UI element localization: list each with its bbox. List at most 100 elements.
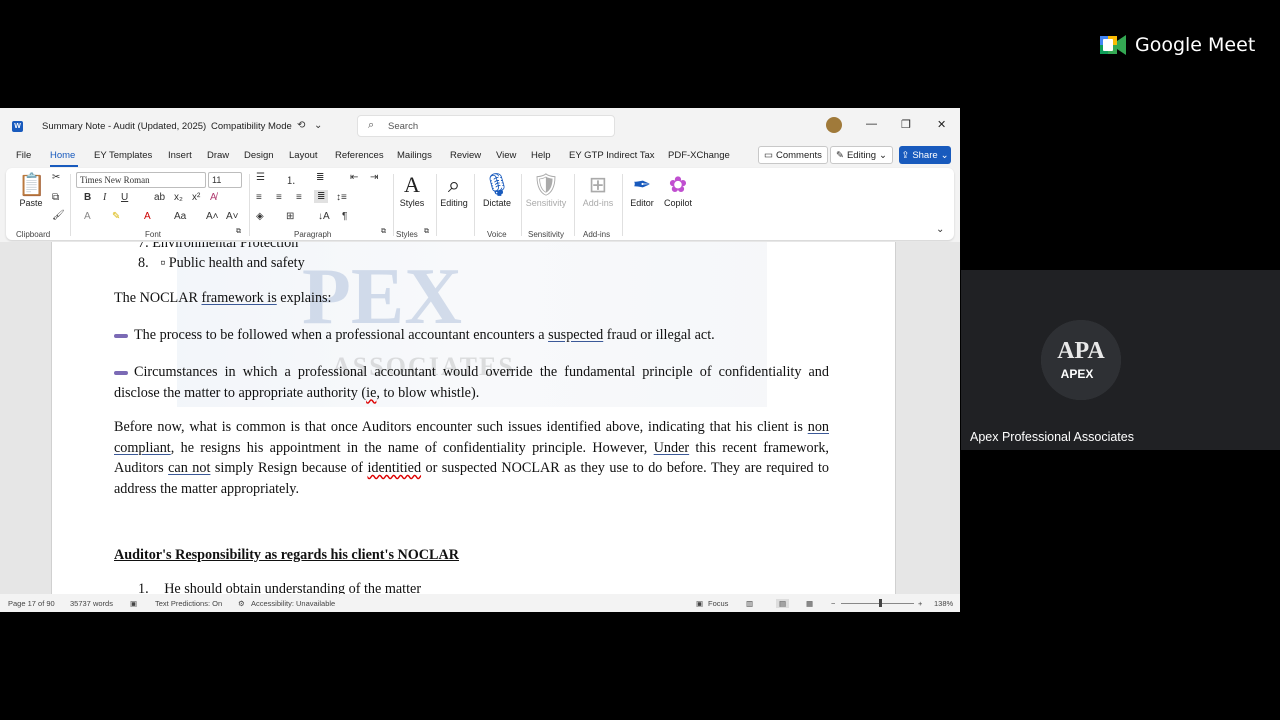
copilot-icon: ✿ [668,172,688,197]
editor-button[interactable]: ✒ Editor [626,172,658,208]
bullets-icon[interactable]: ☰ [256,172,265,183]
zoom-in-icon[interactable]: + [918,599,922,608]
copy-icon[interactable]: ⧉ [52,192,59,203]
sort-icon[interactable]: ↓A [318,211,330,222]
paragraph-dialog-launcher-icon[interactable]: ⧉ [381,228,386,236]
shrink-font-icon[interactable]: A˅ [226,211,239,222]
underline-icon[interactable]: U [121,192,128,203]
zoom-out-icon[interactable]: − [831,599,835,608]
change-case-icon[interactable]: Aa [174,211,186,222]
tab-references[interactable]: References [335,150,384,161]
document-page[interactable]: PEX ASSOCIATES 7. Environmental Protecti… [51,242,896,594]
strikethrough-icon[interactable]: ab [154,192,165,203]
comments-button[interactable]: ▭ Comments [758,146,828,164]
bold-icon[interactable]: B [84,192,91,203]
editing-mode-button[interactable]: ✎ Editing ⌄ [830,146,893,164]
numbering-icon[interactable]: ⒈ [286,172,296,187]
decrease-indent-icon[interactable]: ⇤ [350,172,358,183]
addins-button[interactable]: ⊞ Add-ins [580,172,616,208]
tab-file[interactable]: File [16,150,31,161]
close-button[interactable]: ✕ [937,118,946,131]
font-color-icon[interactable]: A [144,211,151,222]
styles-dialog-launcher-icon[interactable]: ⧉ [424,228,429,236]
chevron-down-icon[interactable]: ⌄ [314,120,322,131]
font-name-select[interactable]: Times New Roman [76,172,206,188]
tab-view[interactable]: View [496,150,516,161]
copilot-button[interactable]: ✿ Copilot [660,172,696,208]
read-mode-icon[interactable]: ▥ [746,599,753,608]
tab-ey-gtp[interactable]: EY GTP Indirect Tax [569,150,655,161]
print-layout-icon[interactable]: ▤ [776,599,790,608]
web-layout-icon[interactable]: ▦ [806,599,813,608]
grow-font-icon[interactable]: A˄ [206,211,219,222]
zoom-slider[interactable] [841,603,914,604]
highlight-icon[interactable]: ✎ [112,211,120,222]
spellcheck-run: ie [366,384,377,401]
text-effects-icon[interactable]: A [84,211,91,222]
compatibility-mode-label: Compatibility Mode [211,121,292,132]
line-spacing-icon[interactable]: ↕≡ [336,192,347,203]
share-button[interactable]: ⇪ Share ⌄ [899,146,951,164]
styles-label: Styles [399,198,425,208]
collapse-ribbon-chevron-icon[interactable]: ⌄ [936,224,944,235]
underlined-run: can not [168,460,211,476]
paste-button[interactable]: 📋 Paste [18,172,46,208]
share-label: Share [912,149,938,161]
align-center-icon[interactable]: ≡ [276,192,282,203]
align-right-icon[interactable]: ≡ [296,192,302,203]
zoom-level[interactable]: 138% [934,599,953,608]
tab-layout[interactable]: Layout [289,150,318,161]
bullet-item-2: Circumstances in which a professional ac… [114,362,829,403]
tab-design[interactable]: Design [244,150,274,161]
word-count[interactable]: 35737 words [70,599,113,608]
proofing-icon[interactable]: ▣ [130,599,137,608]
divider [393,174,394,236]
superscript-icon[interactable]: x² [192,192,200,203]
show-marks-icon[interactable]: ¶ [342,211,347,222]
tab-mailings[interactable]: Mailings [397,150,432,161]
document-canvas[interactable]: PEX ASSOCIATES 7. Environmental Protecti… [0,242,960,594]
tab-ey-templates[interactable]: EY Templates [94,150,152,161]
subscript-icon[interactable]: x₂ [174,192,183,203]
search-box[interactable]: ⌕ Search [357,115,615,137]
zoom-slider-thumb[interactable] [879,599,882,607]
shading-icon[interactable]: ◈ [256,211,264,222]
sensitivity-button[interactable]: 🛡 Sensitivity [524,172,568,208]
styles-button[interactable]: A Styles [397,172,427,208]
format-painter-icon[interactable]: 🖌 [52,210,65,221]
borders-icon[interactable]: ⊞ [286,211,294,222]
restore-button[interactable]: ❐ [901,118,911,131]
page-count[interactable]: Page 17 of 90 [8,599,55,608]
sync-icon[interactable]: ⟲ [297,120,305,131]
user-avatar[interactable] [826,117,842,133]
tab-help[interactable]: Help [531,150,551,161]
home-ribbon: 📋 Paste ✂ ⧉ 🖌 Clipboard Times New Roman … [6,168,954,240]
font-dialog-launcher-icon[interactable]: ⧉ [236,228,241,236]
participant-tile[interactable]: APA APEX Apex Professional Associates [961,270,1280,450]
clear-formatting-icon[interactable]: A̸ [210,192,217,203]
minimize-button[interactable]: — [866,118,877,130]
tab-home[interactable]: Home [50,150,75,161]
tab-review[interactable]: Review [450,150,481,161]
tab-pdf-xchange[interactable]: PDF-XChange [668,150,730,161]
editing-label: Editing [846,149,877,161]
font-size-select[interactable]: 11 [208,172,242,188]
cut-icon[interactable]: ✂ [52,172,60,183]
editing-button[interactable]: ⌕ Editing [438,172,470,208]
dictate-button[interactable]: 🎙 Dictate [480,172,514,208]
increase-indent-icon[interactable]: ⇥ [370,172,378,183]
multilevel-list-icon[interactable]: ≣ [316,172,324,183]
focus-mode[interactable]: Focus [708,599,728,608]
align-left-icon[interactable]: ≡ [256,192,262,203]
tab-draw[interactable]: Draw [207,150,229,161]
clipboard-icon: 📋 [18,172,46,197]
accessibility-status[interactable]: Accessibility: Unavailable [251,599,335,608]
tab-insert[interactable]: Insert [168,150,192,161]
text-predictions[interactable]: Text Predictions: On [155,599,222,608]
justify-icon[interactable]: ≣ [314,190,329,203]
status-bar: Page 17 of 90 35737 words ▣ Text Predict… [0,594,960,612]
text-run: explains: [276,290,332,306]
italic-icon[interactable]: I [103,192,106,203]
ribbon-tabs: File Home EY Templates Insert Draw Desig… [0,144,960,167]
group-voice: Voice [487,230,507,239]
